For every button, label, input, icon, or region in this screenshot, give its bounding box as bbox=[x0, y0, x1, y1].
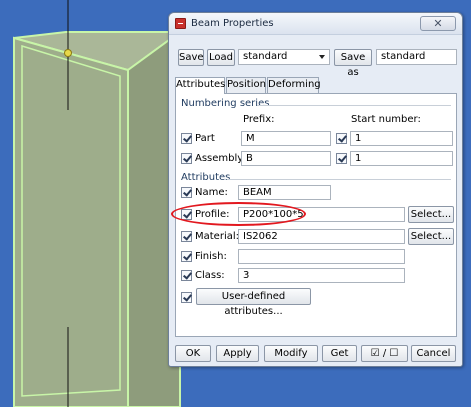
uda-checkbox[interactable] bbox=[181, 292, 192, 303]
prefix-header: Prefix: bbox=[243, 114, 275, 125]
start-number-header: Start number: bbox=[351, 114, 421, 125]
numbering-series-heading: Numbering series bbox=[181, 98, 270, 109]
assembly-label: Assembly bbox=[195, 153, 244, 164]
finish-label: Finish: bbox=[195, 251, 227, 262]
load-button[interactable]: Load bbox=[207, 49, 235, 66]
dialog-title: Beam Properties bbox=[191, 18, 274, 29]
group-divider bbox=[257, 105, 451, 106]
finish-input[interactable] bbox=[238, 249, 405, 264]
dialog-titlebar[interactable]: Beam Properties ✕ bbox=[169, 13, 462, 35]
name-input[interactable]: BEAM bbox=[238, 185, 331, 200]
tab-attributes[interactable]: Attributes bbox=[175, 77, 225, 94]
part-checkbox[interactable] bbox=[181, 133, 192, 144]
class-label: Class: bbox=[195, 270, 225, 281]
profile-select-button[interactable]: Select... bbox=[408, 206, 454, 223]
beam-properties-dialog: Beam Properties ✕ Save Load standard Sav… bbox=[168, 12, 463, 367]
part-label: Part bbox=[195, 133, 215, 144]
load-settings-value: standard bbox=[243, 51, 288, 62]
part-start-checkbox[interactable] bbox=[336, 133, 347, 144]
class-input[interactable]: 3 bbox=[238, 268, 405, 283]
get-button[interactable]: Get bbox=[322, 345, 357, 362]
profile-highlight-annotation bbox=[171, 202, 306, 226]
name-label: Name: bbox=[195, 187, 228, 198]
assembly-checkbox[interactable] bbox=[181, 153, 192, 164]
modify-button[interactable]: Modify bbox=[264, 345, 318, 362]
material-label: Material: bbox=[195, 231, 239, 242]
close-button[interactable]: ✕ bbox=[420, 16, 456, 31]
attributes-heading: Attributes bbox=[181, 172, 231, 183]
finish-checkbox[interactable] bbox=[181, 251, 192, 262]
toggle-checkboxes-button[interactable]: ☑ / ☐ bbox=[361, 345, 408, 362]
chevron-down-icon bbox=[319, 55, 325, 59]
save-as-input[interactable]: standard bbox=[376, 49, 457, 65]
save-as-button[interactable]: Save as bbox=[334, 49, 372, 78]
app-icon bbox=[175, 18, 186, 29]
tab-deforming[interactable]: Deforming bbox=[267, 77, 321, 93]
assembly-start-input[interactable]: 1 bbox=[350, 151, 453, 166]
assembly-start-checkbox[interactable] bbox=[336, 153, 347, 164]
tab-position[interactable]: Position bbox=[226, 77, 266, 93]
part-start-input[interactable]: 1 bbox=[350, 131, 453, 146]
material-input[interactable]: IS2062 bbox=[238, 229, 405, 244]
apply-button[interactable]: Apply bbox=[216, 345, 259, 362]
material-select-button[interactable]: Select... bbox=[408, 228, 454, 245]
ok-button[interactable]: OK bbox=[175, 345, 211, 362]
class-checkbox[interactable] bbox=[181, 270, 192, 281]
user-defined-attributes-button[interactable]: User-defined attributes... bbox=[196, 288, 311, 317]
cancel-button[interactable]: Cancel bbox=[411, 345, 456, 362]
part-prefix-input[interactable]: M bbox=[241, 131, 331, 146]
group-divider bbox=[227, 179, 451, 180]
beam-handle-point bbox=[64, 49, 72, 57]
assembly-prefix-input[interactable]: B bbox=[241, 151, 331, 166]
name-checkbox[interactable] bbox=[181, 187, 192, 198]
load-settings-dropdown[interactable]: standard bbox=[238, 49, 330, 65]
material-checkbox[interactable] bbox=[181, 231, 192, 242]
save-button[interactable]: Save bbox=[178, 49, 204, 66]
